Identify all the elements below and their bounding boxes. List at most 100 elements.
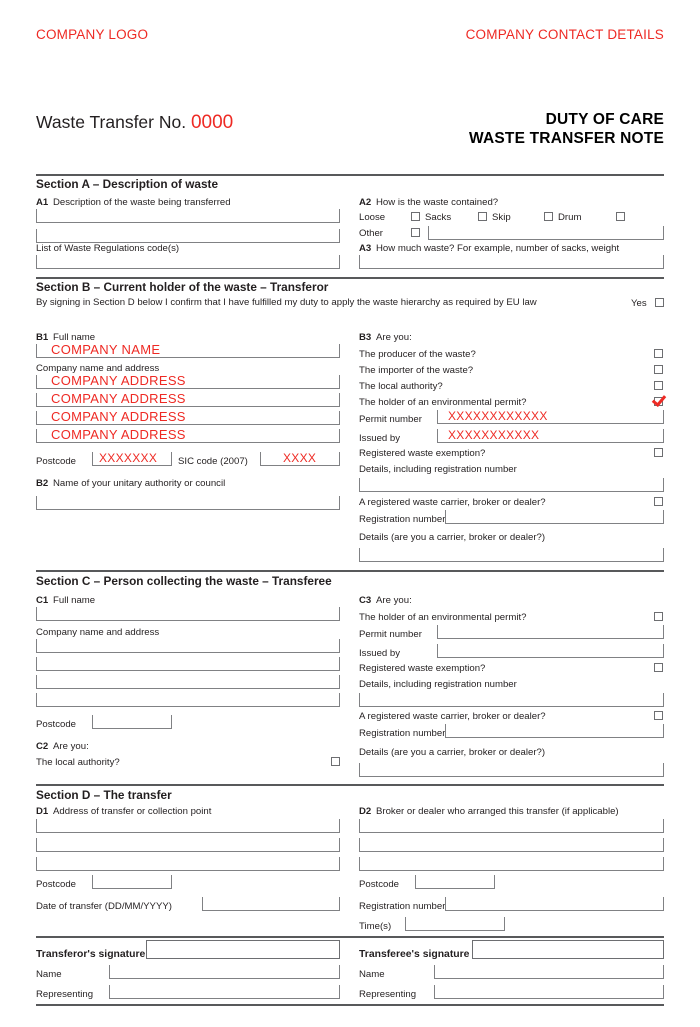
c3-permit-number-input[interactable]: [437, 625, 664, 639]
c-address-line-4-input[interactable]: [36, 693, 340, 707]
d2-line-3-input[interactable]: [359, 857, 664, 871]
d2-line-2-input[interactable]: [359, 838, 664, 852]
b3-permit-holder-checkbox[interactable]: [654, 397, 663, 406]
section-a-rule: [36, 174, 664, 176]
b3-local-authority-label: The local authority?: [359, 381, 443, 392]
b3-carrier-label: A registered waste carrier, broker or de…: [359, 497, 546, 508]
c1-label: Full name: [53, 595, 96, 606]
c3-exemption-details-input[interactable]: [359, 693, 664, 707]
b-address-line-3-input[interactable]: COMPANY ADDRESS: [36, 409, 340, 425]
b1-full-name-input[interactable]: COMPANY NAME: [36, 342, 340, 358]
section-b-yes-label: Yes: [631, 298, 647, 309]
section-d-heading: Section D – The transfer: [36, 788, 172, 802]
a2-option-sacks-checkbox[interactable]: [478, 212, 487, 221]
d2-line-1-input[interactable]: [359, 819, 664, 833]
transferee-name-input[interactable]: [434, 965, 664, 979]
a2-option-drum-label: Drum: [558, 212, 582, 223]
b3-carrier-details-input[interactable]: [359, 548, 664, 562]
c3-exemption-details-label: Details, including registration number: [359, 679, 517, 690]
waste-codes-input[interactable]: [36, 255, 340, 269]
b1-code: B1: [36, 332, 49, 343]
b3-issued-by-input[interactable]: XXXXXXXXXXX: [437, 428, 664, 443]
a2-option-skip-checkbox[interactable]: [544, 212, 553, 221]
c-postcode-label: Postcode: [36, 719, 77, 730]
d1-address-line-3-input[interactable]: [36, 857, 340, 871]
section-c-heading: Section C – Person collecting the waste …: [36, 574, 332, 588]
a2-option-drum-checkbox[interactable]: [616, 212, 625, 221]
c3-carrier-details-input[interactable]: [359, 763, 664, 777]
document-title: DUTY OF CARE WASTE TRANSFER NOTE: [469, 110, 664, 148]
c-address-label: Company name and address: [36, 627, 160, 638]
a2-option-other-checkbox[interactable]: [411, 228, 420, 237]
b3-issued-by-label: Issued by: [359, 433, 401, 444]
c3-carrier-label: A registered waste carrier, broker or de…: [359, 711, 546, 722]
signature-rule-bottom: [36, 1004, 664, 1006]
a2-option-sacks-label: Sacks: [425, 212, 452, 223]
b3-carrier-details-label: Details (are you a carrier, broker or de…: [359, 532, 546, 543]
d2-registration-label: Registration number: [359, 901, 446, 912]
b2-code: B2: [36, 478, 49, 489]
b3-permit-number-input[interactable]: XXXXXXXXXXXX: [437, 409, 664, 424]
c3-permit-holder-label: The holder of an environmental permit?: [359, 612, 527, 623]
a2-option-skip-label: Skip: [492, 212, 511, 223]
transferee-representing-label: Representing: [359, 989, 417, 1000]
a3-quantity-input[interactable]: [359, 255, 664, 269]
company-logo: COMPANY LOGO: [36, 27, 149, 42]
c3-waste-exemption-label: Registered waste exemption?: [359, 663, 486, 674]
a2-option-other-label: Other: [359, 228, 383, 239]
b3-exemption-details-label: Details, including registration number: [359, 464, 517, 475]
b2-authority-input[interactable]: [36, 496, 340, 510]
b3-waste-exemption-checkbox[interactable]: [654, 448, 663, 457]
b-address-line-1-input[interactable]: COMPANY ADDRESS: [36, 373, 340, 389]
b3-local-authority-checkbox[interactable]: [654, 381, 663, 390]
c3-carrier-checkbox[interactable]: [654, 711, 663, 720]
c3-issued-by-input[interactable]: [437, 644, 664, 658]
c3-registration-number-input[interactable]: [445, 724, 664, 738]
b-sic-code-input[interactable]: XXXX: [260, 451, 340, 466]
transferor-name-input[interactable]: [109, 965, 340, 979]
c3-code: C3: [359, 595, 372, 606]
transferor-signature-input[interactable]: [146, 940, 340, 959]
c1-full-name-input[interactable]: [36, 607, 340, 621]
b3-importer-checkbox[interactable]: [654, 365, 663, 374]
b-address-line-4-input[interactable]: COMPANY ADDRESS: [36, 427, 340, 443]
a1-description-line2-input[interactable]: [36, 229, 340, 243]
transferee-signature-input[interactable]: [472, 940, 664, 959]
b3-registration-number-input[interactable]: [445, 510, 664, 524]
b3-producer-checkbox[interactable]: [654, 349, 663, 358]
b-address-line-1-value: COMPANY ADDRESS: [51, 373, 186, 388]
transferee-representing-input[interactable]: [434, 985, 664, 999]
a1-description-line1-input[interactable]: [36, 209, 340, 223]
b-address-line-2-input[interactable]: COMPANY ADDRESS: [36, 391, 340, 407]
c2-local-authority-checkbox[interactable]: [331, 757, 340, 766]
company-contact-details: COMPANY CONTACT DETAILS: [465, 27, 664, 42]
a2-option-loose-checkbox[interactable]: [411, 212, 420, 221]
transferor-representing-input[interactable]: [109, 985, 340, 999]
transferor-representing-label: Representing: [36, 989, 94, 1000]
d2-times-input[interactable]: [405, 917, 505, 931]
c-address-line-2-input[interactable]: [36, 657, 340, 671]
b3-permit-holder-label: The holder of an environmental permit?: [359, 397, 527, 408]
d2-postcode-input[interactable]: [415, 875, 495, 889]
c-postcode-input[interactable]: [92, 715, 172, 729]
d2-postcode-label: Postcode: [359, 879, 400, 890]
b3-exemption-details-input[interactable]: [359, 478, 664, 492]
c-address-line-3-input[interactable]: [36, 675, 340, 689]
b3-carrier-checkbox[interactable]: [654, 497, 663, 506]
b-postcode-input[interactable]: XXXXXXX: [92, 451, 172, 466]
d1-date-input[interactable]: [202, 897, 340, 911]
c3-waste-exemption-checkbox[interactable]: [654, 663, 663, 672]
section-b-yes-checkbox[interactable]: [655, 298, 664, 307]
b-sic-code-label: SIC code (2007): [178, 456, 248, 467]
c-address-line-1-input[interactable]: [36, 639, 340, 653]
b-address-line-2-value: COMPANY ADDRESS: [51, 391, 186, 406]
d1-address-line-2-input[interactable]: [36, 838, 340, 852]
d1-postcode-input[interactable]: [92, 875, 172, 889]
section-d-rule: [36, 784, 664, 786]
c3-permit-holder-checkbox[interactable]: [654, 612, 663, 621]
a2-other-input[interactable]: [428, 226, 664, 240]
d2-registration-input[interactable]: [445, 897, 664, 911]
d1-address-line-1-input[interactable]: [36, 819, 340, 833]
waste-transfer-number: Waste Transfer No. 0000: [36, 112, 233, 134]
d2-times-label: Time(s): [359, 921, 392, 932]
